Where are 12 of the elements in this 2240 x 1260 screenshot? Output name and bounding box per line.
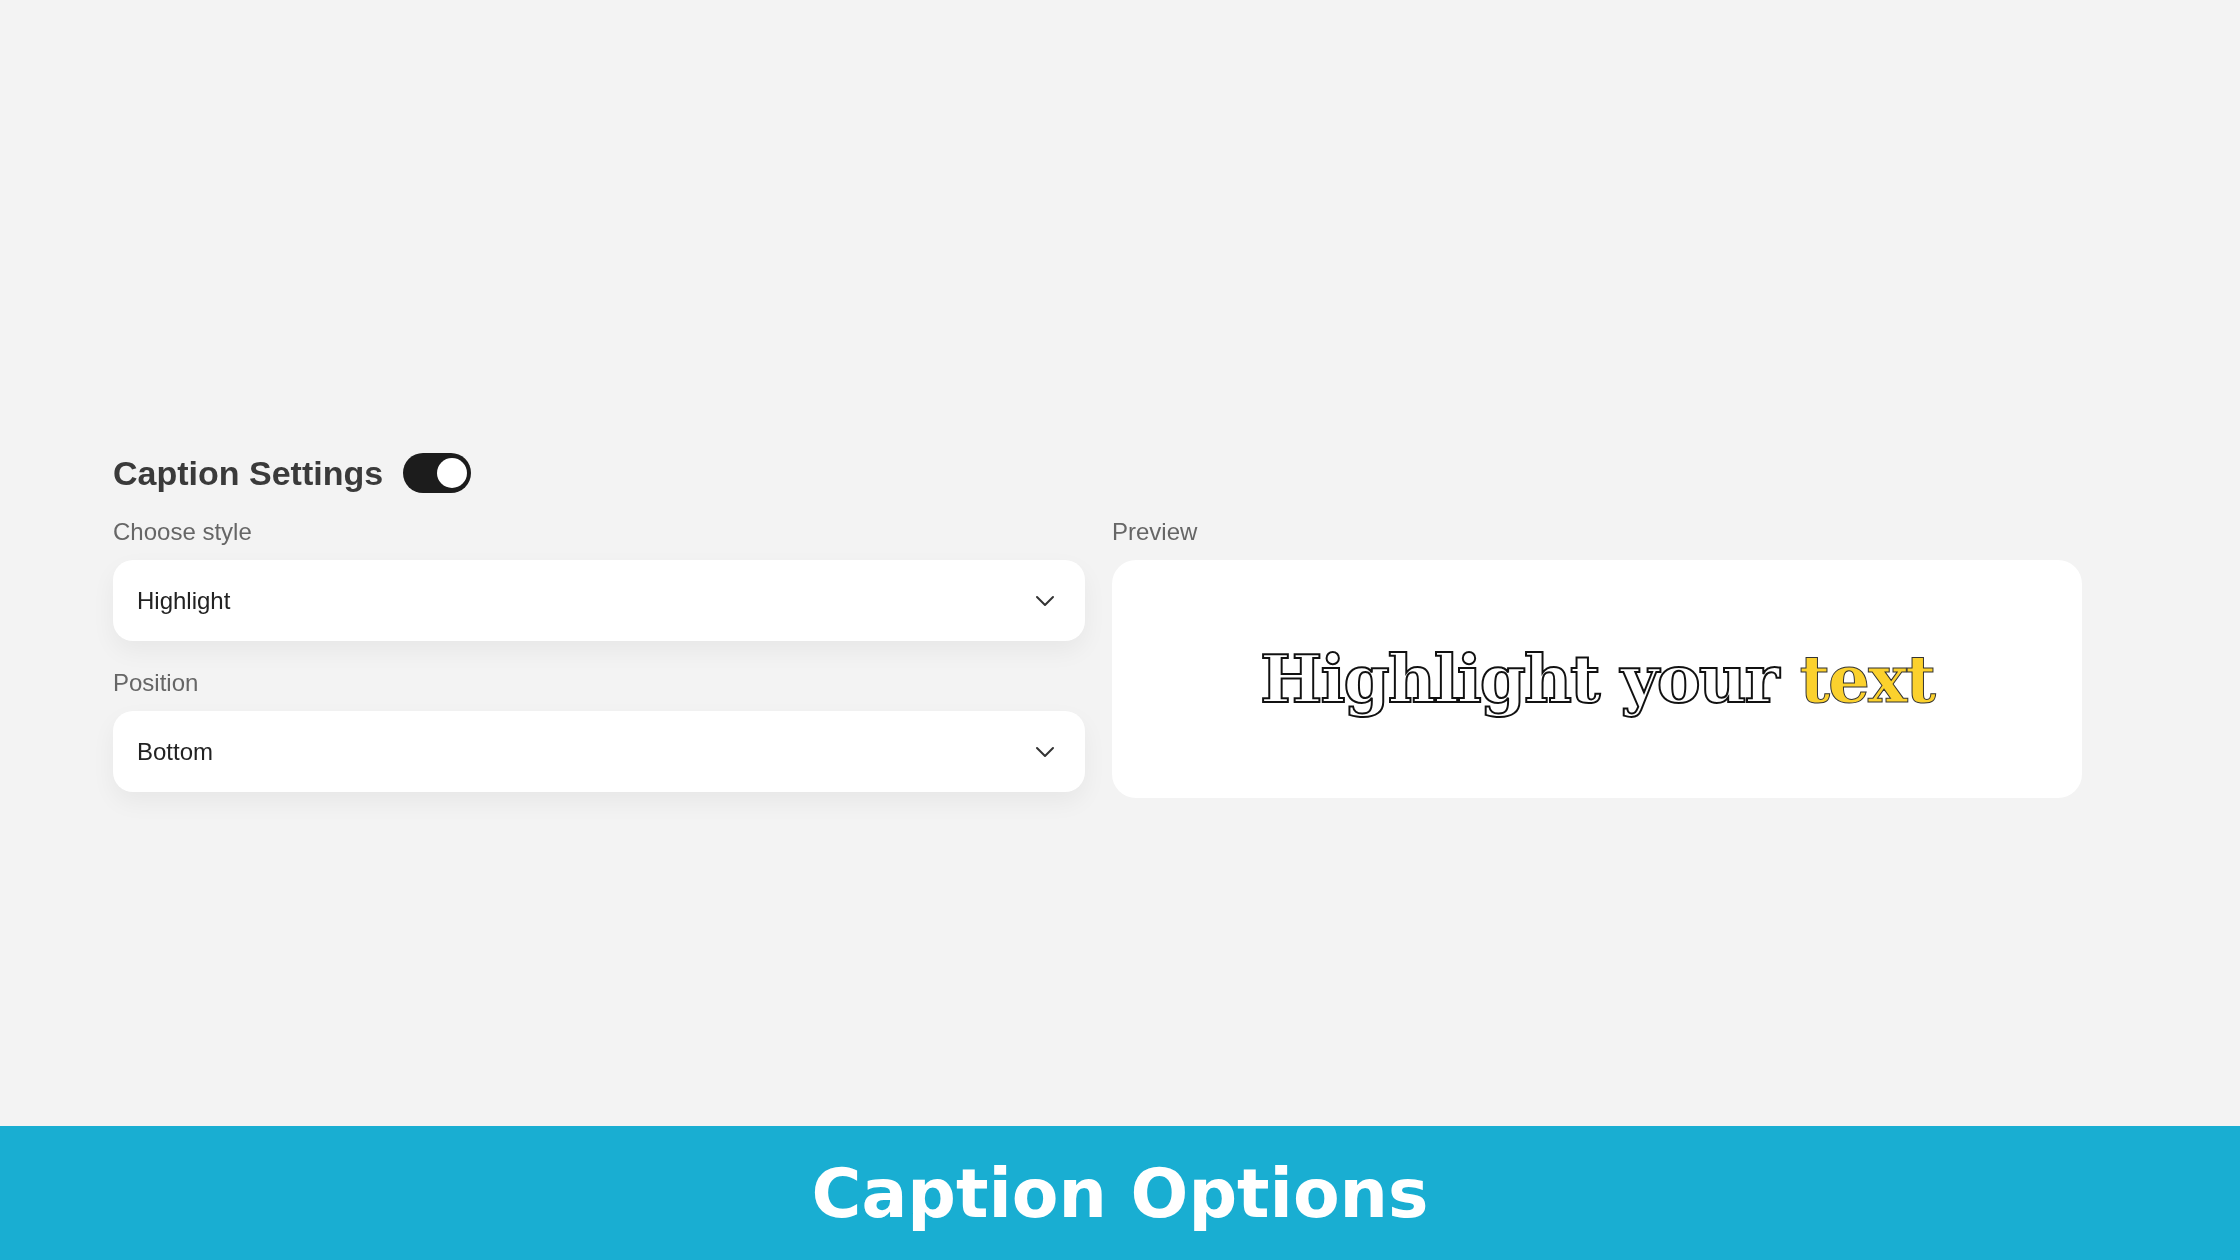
toggle-switch[interactable] (403, 453, 472, 493)
field-label: Choose style (113, 517, 253, 547)
preview-word: text (1799, 640, 1934, 718)
dropdown[interactable]: Bottom (113, 711, 1085, 792)
field-label: Position (113, 668, 200, 698)
preview-label: Preview (1112, 517, 1199, 547)
banner-title: Caption Options (811, 1153, 1429, 1233)
chevron-down-icon (1035, 745, 1055, 758)
preview-word: Highlight (1260, 640, 1599, 718)
section-title: Caption Settings (113, 453, 384, 493)
dropdown[interactable]: Highlight (113, 560, 1085, 641)
chevron-down-icon (1035, 594, 1055, 607)
